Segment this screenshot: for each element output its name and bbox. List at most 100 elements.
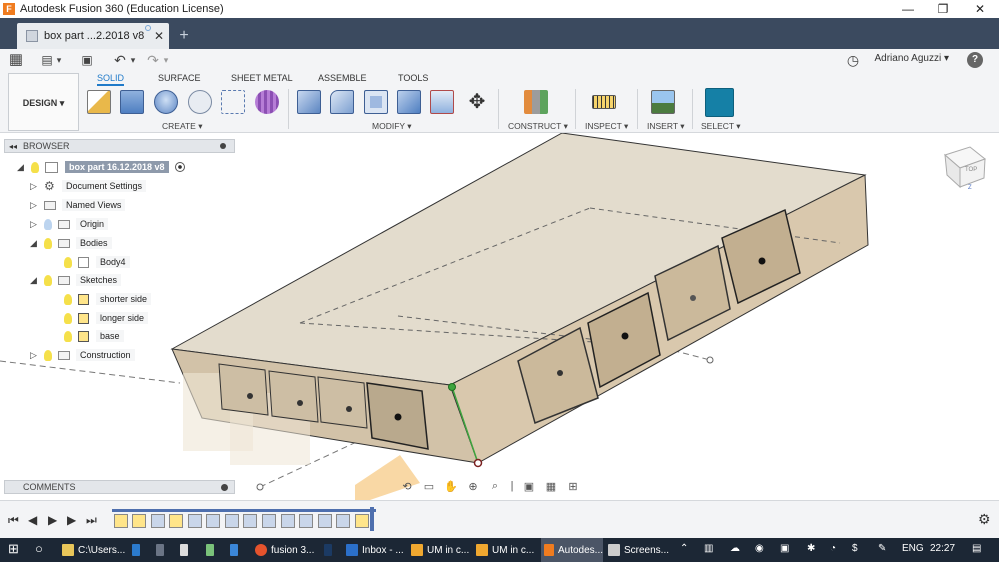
tray-app-icon[interactable]: ◉ bbox=[755, 543, 764, 554]
canvas-viewport[interactable]: TOP Z ◂◂ BROWSER ◢ box part 16.12.2018 v… bbox=[0, 133, 999, 500]
add-comment-icon[interactable] bbox=[221, 484, 228, 491]
3d-model-canvas[interactable]: TOP Z bbox=[0, 133, 999, 500]
timeline-extrude-feature[interactable] bbox=[188, 514, 202, 528]
hole-icon[interactable] bbox=[188, 90, 212, 114]
split-body-icon[interactable] bbox=[430, 90, 454, 114]
browser-node-sketch-shorter-side[interactable]: shorter side bbox=[64, 291, 152, 307]
language-indicator[interactable]: ENG bbox=[902, 543, 924, 554]
create-group-label[interactable]: CREATE ▾ bbox=[162, 121, 202, 132]
timeline-sketch-feature[interactable] bbox=[169, 514, 183, 528]
zoom-icon[interactable]: ⊕ bbox=[464, 480, 482, 494]
timeline-extrude-feature[interactable] bbox=[151, 514, 165, 528]
display-settings-icon[interactable]: ▣ bbox=[520, 480, 538, 494]
tray-app-icon[interactable]: ▥ bbox=[704, 543, 713, 554]
timeline-extrude-feature[interactable] bbox=[262, 514, 276, 528]
tab-assemble[interactable]: ASSEMBLE bbox=[318, 73, 367, 83]
pattern-icon[interactable] bbox=[221, 90, 245, 114]
go-to-end-button[interactable]: ⏭ bbox=[86, 513, 97, 528]
monitor-icon[interactable] bbox=[156, 538, 168, 562]
expand-triangle-icon[interactable]: ▷ bbox=[30, 182, 38, 191]
fit-zoom-icon[interactable]: ⌕ bbox=[486, 480, 504, 494]
timeline-extrude-feature[interactable] bbox=[336, 514, 350, 528]
offset-plane-icon[interactable] bbox=[524, 90, 548, 114]
collapse-triangle-icon[interactable]: ◢ bbox=[30, 239, 38, 248]
visibility-bulb-icon[interactable] bbox=[64, 293, 72, 305]
combine-icon[interactable] bbox=[397, 90, 421, 114]
tab-solid[interactable]: SOLID bbox=[97, 73, 125, 86]
collapse-triangle-icon[interactable]: ◢ bbox=[30, 276, 38, 285]
timeline-extrude-feature[interactable] bbox=[225, 514, 239, 528]
visibility-bulb-icon[interactable] bbox=[64, 312, 72, 324]
browser-node-body4[interactable]: Body4 bbox=[64, 254, 130, 270]
browser-root-node[interactable]: ◢ box part 16.12.2018 v8 bbox=[17, 159, 185, 175]
browser-node-sketches[interactable]: ◢ Sketches bbox=[30, 272, 122, 288]
root-component-label[interactable]: box part 16.12.2018 v8 bbox=[65, 161, 169, 173]
expand-triangle-icon[interactable]: ▷ bbox=[30, 201, 38, 210]
timeline-marker[interactable] bbox=[370, 507, 374, 531]
construct-group-label[interactable]: CONSTRUCT ▾ bbox=[508, 121, 568, 132]
taskbar-item-explorer[interactable]: C:\Users... bbox=[62, 538, 126, 562]
revolve-icon[interactable] bbox=[154, 90, 178, 114]
tab-sheet-metal[interactable]: SHEET METAL bbox=[231, 73, 293, 83]
chevron-down-icon[interactable]: ▾ bbox=[128, 52, 138, 68]
chevron-down-icon[interactable]: ▾ bbox=[161, 52, 171, 68]
browser-node-construction[interactable]: ▷ Construction bbox=[30, 347, 135, 363]
bluetooth-icon[interactable]: ✱ bbox=[807, 543, 815, 554]
redo-icon[interactable]: ↷ bbox=[145, 52, 161, 68]
visibility-bulb-icon[interactable] bbox=[64, 256, 72, 268]
browser-node-bodies[interactable]: ◢ Bodies bbox=[30, 235, 112, 251]
press-pull-icon[interactable] bbox=[297, 90, 321, 114]
select-group-label[interactable]: SELECT ▾ bbox=[701, 121, 741, 132]
wifi-icon[interactable]: ◔ bbox=[830, 543, 836, 554]
browser-node-sketch-longer-side[interactable]: longer side bbox=[64, 310, 149, 326]
timeline-sketch-feature[interactable] bbox=[355, 514, 369, 528]
taskbar-item-screenshots[interactable]: Screens... bbox=[608, 538, 672, 562]
step-forward-button[interactable]: ▶ bbox=[67, 513, 76, 527]
select-tool-icon[interactable] bbox=[705, 88, 734, 117]
insert-group-label[interactable]: INSERT ▾ bbox=[647, 121, 685, 132]
taskbar-clock[interactable]: 22:27 bbox=[930, 543, 955, 554]
orbit-icon[interactable]: ⟲ bbox=[398, 480, 416, 494]
grid-settings-icon[interactable]: ▦ bbox=[542, 480, 560, 494]
start-button-icon[interactable]: ⊞ bbox=[8, 541, 19, 557]
taskbar-item-outlook[interactable]: Inbox - ... bbox=[346, 538, 406, 562]
close-tab-button[interactable]: ✕ bbox=[152, 29, 166, 43]
workspace-switcher[interactable]: DESIGN ▾ bbox=[8, 73, 79, 131]
file-menu-icon[interactable]: ▤ bbox=[40, 52, 54, 68]
create-sketch-icon[interactable] bbox=[87, 90, 111, 114]
look-at-icon[interactable]: ▭ bbox=[420, 480, 438, 494]
power-icon[interactable]: $ bbox=[852, 543, 858, 554]
timeline-extrude-feature[interactable] bbox=[318, 514, 332, 528]
comments-panel[interactable]: COMMENTS bbox=[4, 480, 235, 494]
data-panel-grid-icon[interactable]: ▦ bbox=[8, 52, 24, 68]
action-center-icon[interactable]: ▤ bbox=[972, 543, 981, 554]
timeline-extrude-feature[interactable] bbox=[206, 514, 220, 528]
home-icon[interactable] bbox=[230, 538, 242, 562]
fillet-icon[interactable] bbox=[330, 90, 354, 114]
search-icon[interactable]: ○ bbox=[35, 541, 43, 556]
job-status-clock-icon[interactable]: ◷ bbox=[845, 52, 861, 68]
visibility-bulb-icon[interactable] bbox=[44, 274, 52, 286]
timeline-extrude-feature[interactable] bbox=[281, 514, 295, 528]
inspect-group-label[interactable]: INSPECT ▾ bbox=[585, 121, 628, 132]
tray-chevron-up-icon[interactable]: ⌃ bbox=[680, 543, 688, 554]
timeline-track[interactable] bbox=[112, 507, 376, 531]
taskbar-item-fusion[interactable]: Autodes... bbox=[541, 538, 603, 562]
maximize-button[interactable]: ❐ bbox=[925, 0, 961, 18]
timeline-settings-gear-icon[interactable]: ⚙ bbox=[978, 511, 991, 528]
document-tab[interactable]: box part ...2.2018 v8 ✕ bbox=[17, 23, 169, 49]
collapse-panel-icon[interactable]: ◂◂ bbox=[9, 142, 17, 151]
browser-node-named-views[interactable]: ▷ Named Views bbox=[30, 197, 126, 213]
pen-icon[interactable]: ✎ bbox=[878, 543, 886, 554]
viewports-icon[interactable]: ⊞ bbox=[564, 480, 582, 494]
mail-icon[interactable] bbox=[180, 538, 192, 562]
visibility-bulb-icon[interactable] bbox=[64, 330, 72, 342]
browser-node-document-settings[interactable]: ▷ ⚙ Document Settings bbox=[30, 178, 147, 194]
move-copy-icon[interactable]: ✥ bbox=[465, 90, 489, 114]
play-button[interactable]: ▶ bbox=[48, 513, 57, 527]
visibility-bulb-icon[interactable] bbox=[44, 237, 52, 249]
help-icon[interactable]: ? bbox=[967, 52, 983, 68]
measure-icon[interactable] bbox=[592, 95, 616, 109]
insert-image-icon[interactable] bbox=[651, 90, 675, 114]
expand-triangle-icon[interactable]: ▷ bbox=[30, 351, 38, 360]
